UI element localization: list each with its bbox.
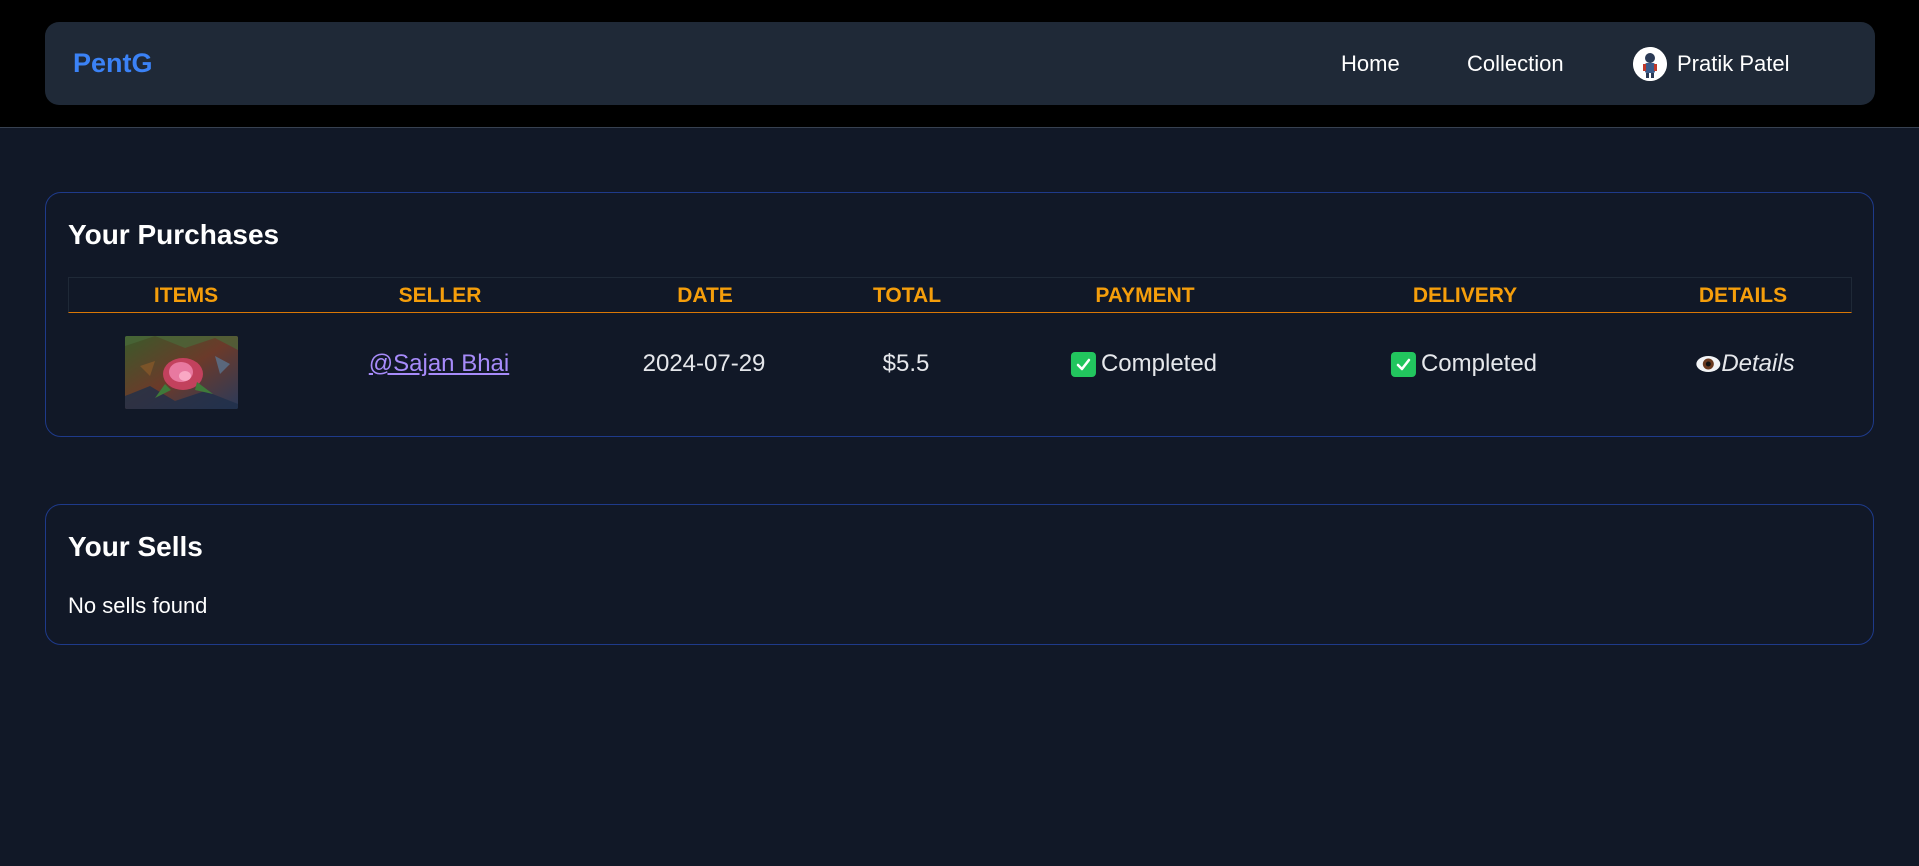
check-icon (1070, 351, 1096, 377)
column-header-delivery: DELIVERY (1412, 284, 1518, 307)
details-link[interactable]: Details (1695, 350, 1795, 378)
empty-state-message: No sells found (68, 593, 208, 618)
delivery-status: Completed (1390, 350, 1538, 378)
purchases-title: Your Purchases (68, 219, 280, 250)
nav-collection-link[interactable]: Collection (1467, 51, 1564, 77)
seller-cell: @Sajan Bhai (369, 350, 509, 378)
brand-logo[interactable]: PentG (73, 48, 153, 79)
table-header: ITEMS SELLER DATE TOTAL PAYMENT DELIVERY… (68, 277, 1852, 313)
item-thumbnail[interactable] (125, 336, 238, 409)
top-bar: PentG Home Collection Pratik Patel (0, 0, 1919, 128)
sells-card: Your Sells No sells found (45, 504, 1874, 645)
column-header-payment: PAYMENT (1095, 284, 1195, 307)
column-header-total: TOTAL (872, 284, 942, 307)
payment-status: Completed (1070, 350, 1218, 378)
delivery-status-label: Completed (1420, 350, 1538, 377)
details-cell: Details (1695, 350, 1795, 378)
total-cell: $5.5 (882, 350, 930, 377)
column-header-seller: SELLER (398, 284, 482, 307)
column-header-items: ITEMS (153, 284, 219, 307)
date-cell: 2024-07-29 (642, 350, 766, 377)
seller-link[interactable]: @Sajan Bhai (369, 350, 509, 378)
table-row: @Sajan Bhai 2024-07-29 $5.5 Completed Co… (68, 313, 1852, 423)
navbar: PentG Home Collection Pratik Patel (45, 22, 1875, 105)
details-label: Details (1721, 350, 1795, 377)
eye-icon (1695, 354, 1721, 374)
sells-title: Your Sells (68, 531, 203, 562)
avatar (1633, 47, 1667, 81)
user-name: Pratik Patel (1677, 51, 1790, 76)
column-header-details: DETAILS (1698, 284, 1788, 307)
payment-status-label: Completed (1100, 350, 1218, 377)
purchases-table: ITEMS SELLER DATE TOTAL PAYMENT DELIVERY… (68, 277, 1852, 423)
purchases-card: Your Purchases ITEMS SELLER DATE TOTAL P… (45, 192, 1874, 437)
check-icon (1390, 351, 1416, 377)
user-profile-menu[interactable]: Pratik Patel (1633, 46, 1790, 82)
column-header-date: DATE (677, 284, 733, 307)
nav-home-link[interactable]: Home (1341, 51, 1400, 77)
